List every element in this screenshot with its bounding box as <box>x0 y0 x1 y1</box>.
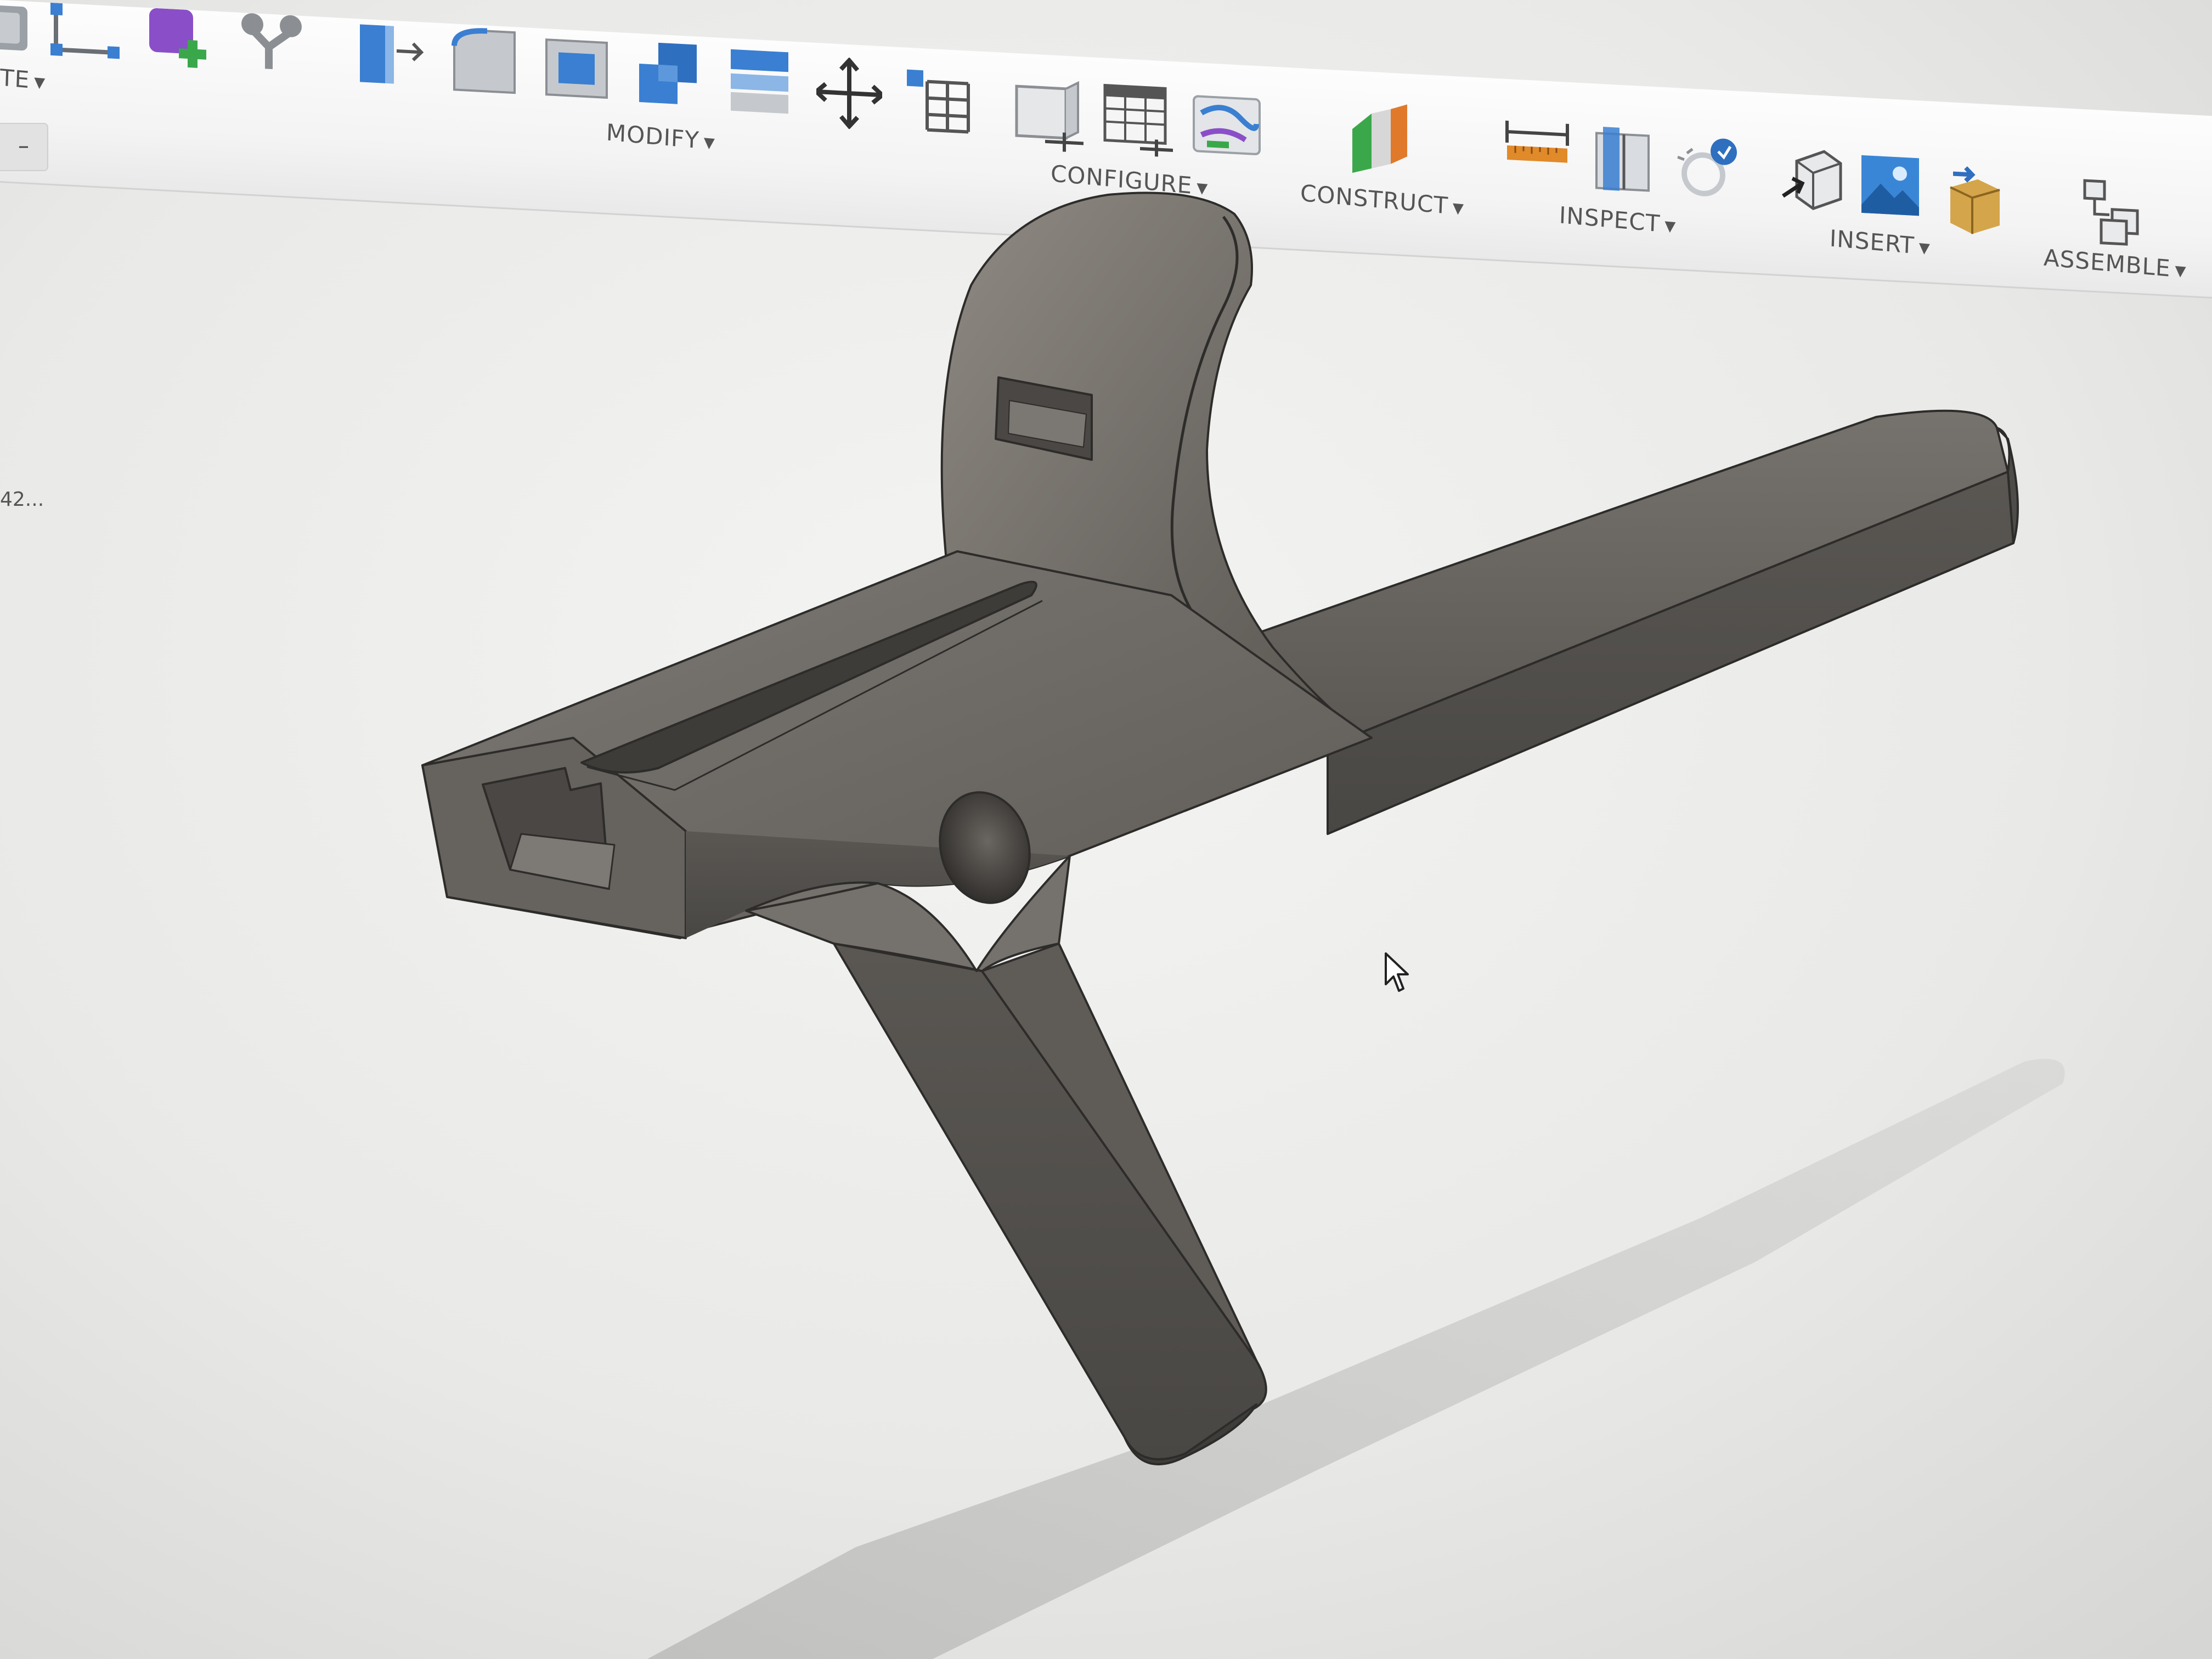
cad-window: TE ▼ MODIFY ▼ CONFIGURE ▼ CONSTRUCT ▼ IN… <box>0 0 2212 1659</box>
model-3d-body[interactable] <box>0 0 2212 1659</box>
arrow-cursor-icon <box>1385 952 1409 992</box>
